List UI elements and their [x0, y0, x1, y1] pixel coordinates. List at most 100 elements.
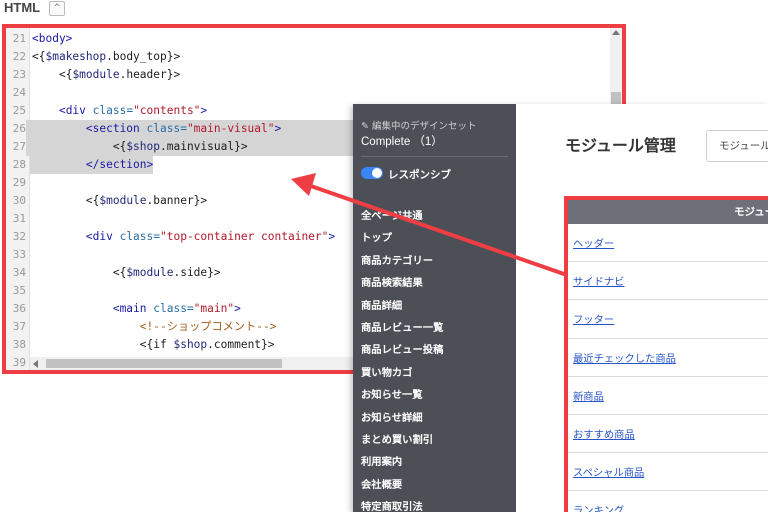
code-token: "main-visual": [186, 122, 275, 135]
code-text[interactable]: <main class="main">: [30, 300, 241, 318]
section-title: HTML: [4, 0, 41, 15]
module-row: おすすめ商品: [568, 415, 768, 454]
module-link[interactable]: スペシャル商品: [573, 464, 644, 479]
code-text[interactable]: <{if $shop.comment}>: [30, 336, 275, 354]
chevron-up-icon: ^: [53, 3, 61, 13]
module-table-header: モジュー: [568, 200, 768, 224]
code-token: .side}>: [173, 266, 221, 279]
sidebar-nav-item[interactable]: 商品レビュー投稿: [361, 339, 511, 361]
sidebar-nav-item[interactable]: 商品カテゴリー: [361, 250, 511, 272]
code-text[interactable]: <{$module.banner}>: [30, 192, 207, 210]
sidebar-nav-item[interactable]: お知らせ一覧: [361, 384, 511, 406]
module-row: 最近チェックした商品: [568, 339, 768, 377]
line-number: 26: [6, 120, 26, 138]
sidebar-nav-item[interactable]: まとめ買い割引: [361, 429, 511, 451]
code-token: .banner}>: [146, 194, 208, 207]
code-line[interactable]: 24: [6, 84, 610, 102]
code-text[interactable]: <{$makeshop.body_top}>: [30, 48, 180, 66]
module-row: サイドナビ: [568, 262, 768, 301]
module-row: ヘッダー: [568, 224, 768, 263]
design-set-name[interactable]: Complete （1）: [361, 133, 443, 149]
line-number: 22: [12, 50, 26, 63]
module-link[interactable]: サイドナビ: [573, 273, 624, 288]
code-token: >: [200, 104, 208, 117]
line-number: 21: [12, 32, 26, 45]
code-line[interactable]: 23 <{$module.header}>: [6, 66, 610, 84]
code-text[interactable]: </section>: [30, 156, 154, 174]
code-text[interactable]: <section class="main-visual">: [30, 120, 281, 138]
line-number: 30: [12, 194, 26, 207]
collapse-button[interactable]: ^: [49, 1, 65, 16]
sidebar-nav-item[interactable]: お知らせ詳細: [361, 407, 511, 429]
code-token: >: [274, 122, 282, 135]
module-link[interactable]: ヘッダー: [573, 235, 614, 250]
code-token: <!--ショップコメント-->: [139, 320, 277, 333]
code-token: $makeshop: [45, 50, 107, 63]
module-link[interactable]: ランキング: [573, 502, 624, 512]
line-number: 34: [12, 266, 26, 279]
horizontal-scroll-thumb[interactable]: [46, 359, 282, 368]
line-number: 25: [12, 104, 26, 117]
code-line[interactable]: 21 <body>: [6, 30, 610, 48]
module-table: モジュー ヘッダーサイドナビフッター最近チェックした商品新商品おすすめ商品スペシ…: [564, 196, 768, 512]
code-text[interactable]: <div class="top-container container">: [30, 228, 335, 246]
module-button[interactable]: モジュール: [706, 130, 768, 162]
sidebar-divider: [361, 156, 508, 157]
code-text[interactable]: <!--ショップコメント-->: [30, 318, 277, 336]
code-token: .body_top}>: [106, 50, 181, 63]
module-row: ランキング: [568, 491, 768, 512]
line-number: 29: [12, 176, 26, 189]
module-row: 新商品: [568, 377, 768, 415]
code-token: $shop: [126, 140, 160, 153]
module-link[interactable]: 新商品: [573, 388, 604, 403]
sidebar-nav-item[interactable]: 買い物カゴ: [361, 362, 511, 384]
module-link[interactable]: フッター: [573, 311, 614, 326]
code-token: class=: [92, 104, 134, 117]
sidebar-nav-item[interactable]: 商品レビュー一覧: [361, 317, 511, 339]
code-text[interactable]: <body>: [30, 30, 72, 48]
module-link[interactable]: 最近チェックした商品: [573, 350, 676, 365]
module-table-body: ヘッダーサイドナビフッター最近チェックした商品 新商品おすすめ商品 スペシャル商品ラ…: [568, 224, 768, 512]
code-token: <section: [85, 122, 147, 135]
code-token: .header}>: [119, 68, 181, 81]
code-text[interactable]: <div class="contents">: [30, 102, 207, 120]
sidebar-nav-item[interactable]: 全ページ共通: [361, 205, 511, 227]
toggle-knob: [372, 168, 382, 178]
pencil-icon: ✎: [361, 121, 369, 132]
sidebar-nav-item[interactable]: 会社概要: [361, 474, 511, 496]
scroll-up-icon[interactable]: [612, 30, 620, 35]
code-token: >: [328, 230, 336, 243]
scroll-left-icon[interactable]: [33, 360, 38, 368]
sidebar-nav-item[interactable]: 利用案内: [361, 451, 511, 473]
code-token: "contents": [133, 104, 201, 117]
code-token: "top-container container": [160, 230, 329, 243]
module-link[interactable]: おすすめ商品: [573, 426, 635, 441]
code-text[interactable]: <{$shop.mainvisual}>: [30, 138, 248, 156]
code-token: >: [234, 302, 241, 315]
sidebar-nav-item[interactable]: 特定商取引法: [361, 496, 511, 512]
code-token: <{: [58, 68, 73, 81]
responsive-toggle-label: レスポンシブ: [388, 169, 451, 181]
code-line[interactable]: 22 <{$makeshop.body_top}>: [6, 48, 610, 66]
admin-panel-overlay: ✎ 編集中のデザインセット Complete （1） レスポンシブ 全ページ共通ト…: [353, 104, 768, 512]
page-title: モジュール管理: [565, 136, 676, 155]
code-token: "main": [193, 302, 235, 315]
code-token: <div: [85, 230, 120, 243]
sidebar-nav-item[interactable]: トップ: [361, 227, 511, 249]
code-token: <{if: [139, 338, 174, 351]
line-number: 27: [6, 138, 26, 156]
line-number: 35: [12, 284, 26, 297]
responsive-toggle[interactable]: [361, 167, 383, 179]
sidebar-nav-item[interactable]: 商品詳細: [361, 295, 511, 317]
code-text[interactable]: <{$module.side}>: [30, 264, 221, 282]
code-text[interactable]: <{$module.header}>: [30, 66, 180, 84]
sidebar-nav-item[interactable]: 商品検索結果: [361, 272, 511, 294]
code-token: $module: [72, 68, 120, 81]
